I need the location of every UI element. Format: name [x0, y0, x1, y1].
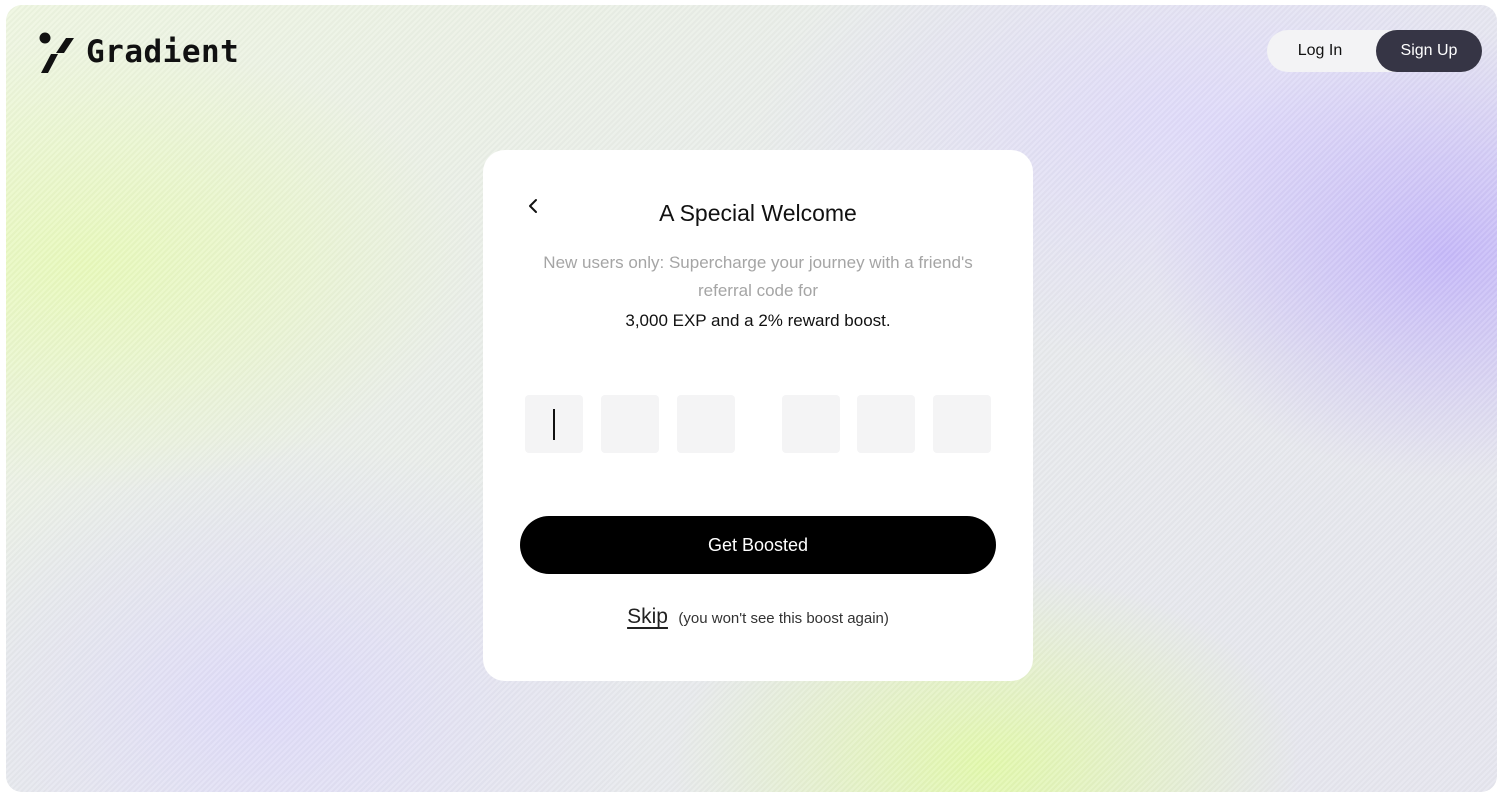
brand-logo[interactable]: Gradient [34, 29, 239, 75]
text-caret [553, 409, 555, 440]
code-input-1[interactable] [525, 395, 583, 453]
skip-note: (you won't see this boost again) [678, 610, 889, 627]
login-button[interactable]: Log In [1267, 30, 1373, 72]
card-title: A Special Welcome [659, 200, 857, 226]
code-input-3[interactable] [677, 395, 735, 453]
get-boosted-button[interactable]: Get Boosted [520, 516, 996, 574]
brand-name: Gradient [86, 34, 240, 70]
reward-highlight: 3,000 EXP and a 2% reward boost. [625, 311, 891, 330]
code-input-6[interactable] [933, 395, 991, 453]
auth-toggle: Log In Sign Up [1267, 30, 1482, 72]
code-input-4[interactable] [782, 395, 840, 453]
code-input-2[interactable] [601, 395, 659, 453]
page-background: Gradient Log In Sign Up A Special Welcom… [6, 5, 1497, 792]
gradient-logo-icon [39, 32, 74, 73]
skip-row: Skip (you won't see this boost again) [483, 605, 1033, 629]
referral-card: A Special Welcome New users only: Superc… [483, 150, 1033, 681]
card-subtitle: New users only: Supercharge your journey… [543, 253, 973, 300]
signup-button[interactable]: Sign Up [1376, 30, 1482, 72]
skip-link[interactable]: Skip [627, 605, 668, 628]
code-input-5[interactable] [857, 395, 915, 453]
